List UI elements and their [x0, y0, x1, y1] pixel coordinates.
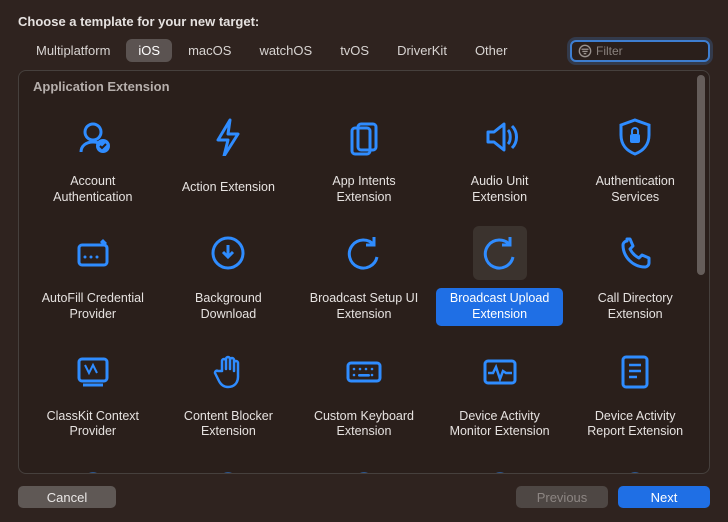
template-label: Action Extension [176, 171, 281, 205]
template-item[interactable]: Authentication Services [569, 101, 701, 214]
template-label: App Intents Extension [300, 171, 428, 208]
template-grid-viewport: Account Authentication Action Extension Ap… [19, 101, 709, 473]
template-item[interactable]: AutoFill Credential Provider [27, 218, 159, 331]
tab-tvos[interactable]: tvOS [328, 39, 381, 62]
speaker-icon [479, 115, 521, 157]
template-item[interactable]: Device Activity Monitor Extension [434, 336, 566, 449]
template-item[interactable] [434, 453, 566, 473]
template-label: Account Authentication [29, 171, 157, 208]
template-icon-tile [66, 461, 120, 473]
template-icon-tile [201, 226, 255, 280]
template-icon-tile [66, 109, 120, 163]
template-label: Custom Keyboard Extension [300, 406, 428, 443]
template-icon-tile [337, 226, 391, 280]
template-icon-tile [201, 109, 255, 163]
template-item[interactable] [569, 453, 701, 473]
template-list: Application Extension Account Authentica… [18, 70, 710, 474]
chalkboard-icon [72, 350, 114, 392]
circle-icon [479, 467, 521, 473]
template-label: Broadcast Setup UI Extension [300, 288, 428, 325]
template-label: Device Activity Monitor Extension [436, 406, 564, 443]
template-chooser-sheet: Choose a template for your new target: M… [0, 0, 728, 522]
template-item[interactable]: Audio Unit Extension [434, 101, 566, 214]
template-item[interactable]: Device Activity Report Extension [569, 336, 701, 449]
report-icon [614, 350, 656, 392]
template-icon-tile [473, 226, 527, 280]
template-label: Background Download [165, 288, 293, 325]
template-item[interactable]: App Intents Extension [298, 101, 430, 214]
template-item[interactable]: Custom Keyboard Extension [298, 336, 430, 449]
bolt-icon [207, 115, 249, 157]
filter-icon [578, 44, 592, 58]
credential-card-icon [72, 232, 114, 274]
template-item[interactable]: Account Authentication [27, 101, 159, 214]
template-item[interactable]: Call Directory Extension [569, 218, 701, 331]
download-circle-icon [207, 232, 249, 274]
template-icon-tile [473, 109, 527, 163]
tab-multiplatform[interactable]: Multiplatform [24, 39, 122, 62]
activity-icon [479, 350, 521, 392]
template-icon-tile [201, 461, 255, 473]
template-label: Call Directory Extension [571, 288, 699, 325]
footer: Cancel Previous Next [18, 486, 710, 508]
circle-icon [207, 467, 249, 473]
keyboard-icon [343, 350, 385, 392]
tab-macos[interactable]: macOS [176, 39, 243, 62]
circle-icon [343, 467, 385, 473]
template-item[interactable]: Broadcast Upload Extension [434, 218, 566, 331]
tab-ios[interactable]: iOS [126, 39, 172, 62]
template-item[interactable]: ClassKit Context Provider [27, 336, 159, 449]
hand-icon [207, 350, 249, 392]
sheet-title: Choose a template for your new target: [18, 14, 710, 29]
circle-icon [72, 467, 114, 473]
filter-input[interactable] [596, 44, 728, 58]
user-check-icon [72, 115, 114, 157]
section-header: Application Extension [19, 71, 709, 100]
lock-shield-icon [614, 115, 656, 157]
template-icon-tile [608, 344, 662, 398]
template-icon-tile [201, 344, 255, 398]
template-item[interactable]: Background Download [163, 218, 295, 331]
phone-icon [614, 232, 656, 274]
template-icon-tile [608, 461, 662, 473]
template-icon-tile [473, 461, 527, 473]
tab-other[interactable]: Other [463, 39, 520, 62]
cancel-button[interactable]: Cancel [18, 486, 116, 508]
template-icon-tile [337, 109, 391, 163]
template-item[interactable]: Action Extension [163, 101, 295, 214]
template-icon-tile [473, 344, 527, 398]
template-item[interactable] [163, 453, 295, 473]
template-label: ClassKit Context Provider [29, 406, 157, 443]
template-icon-tile [608, 226, 662, 280]
template-label: Authentication Services [571, 171, 699, 208]
tab-driverkit[interactable]: DriverKit [385, 39, 459, 62]
next-button[interactable]: Next [618, 486, 710, 508]
platform-tabs: Multiplatform iOS macOS watchOS tvOS Dri… [18, 39, 710, 62]
template-label: Broadcast Upload Extension [436, 288, 564, 325]
template-label: AutoFill Credential Provider [29, 288, 157, 325]
template-icon-tile [66, 226, 120, 280]
tab-watchos[interactable]: watchOS [247, 39, 324, 62]
template-label: Device Activity Report Extension [571, 406, 699, 443]
template-item[interactable] [27, 453, 159, 473]
template-icon-tile [337, 461, 391, 473]
template-item[interactable]: Broadcast Setup UI Extension [298, 218, 430, 331]
template-label: Audio Unit Extension [436, 171, 564, 208]
previous-button[interactable]: Previous [516, 486, 608, 508]
template-icon-tile [66, 344, 120, 398]
template-icon-tile [608, 109, 662, 163]
template-item[interactable] [298, 453, 430, 473]
refresh-icon [343, 232, 385, 274]
template-label: Content Blocker Extension [165, 406, 293, 443]
cards-icon [343, 115, 385, 157]
template-item[interactable]: Content Blocker Extension [163, 336, 295, 449]
template-grid: Account Authentication Action Extension Ap… [27, 101, 701, 473]
refresh-icon [479, 232, 521, 274]
template-icon-tile [337, 344, 391, 398]
filter-field[interactable] [570, 40, 710, 62]
circle-icon [614, 467, 656, 473]
